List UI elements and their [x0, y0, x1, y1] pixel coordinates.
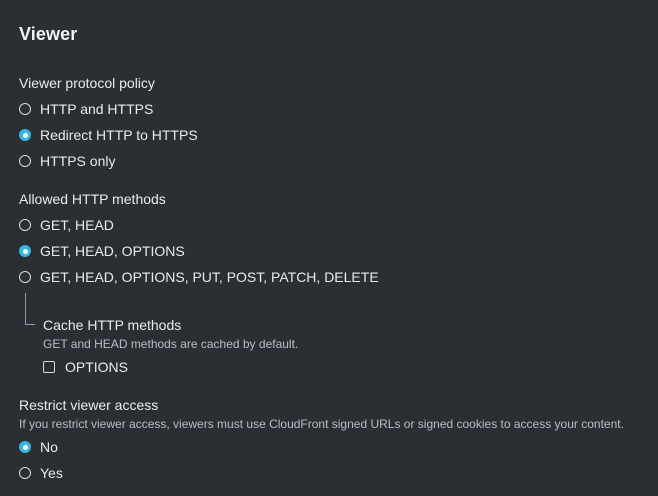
radio-restrict-yes[interactable]: Yes: [19, 464, 63, 482]
radio-all-methods[interactable]: GET, HEAD, OPTIONS, PUT, POST, PATCH, DE…: [19, 268, 379, 286]
tree-connector-vertical: [25, 293, 26, 324]
allowed-http-methods-label: Allowed HTTP methods: [19, 191, 166, 207]
section-title: Viewer: [19, 24, 78, 44]
viewer-protocol-policy-label: Viewer protocol policy: [19, 75, 155, 91]
tree-connector-horizontal: [25, 324, 35, 325]
radio-restrict-no[interactable]: No: [19, 438, 58, 456]
radio-unchecked-icon[interactable]: [19, 155, 31, 167]
radio-label: HTTP and HTTPS: [40, 101, 154, 117]
restrict-viewer-access-description: If you restrict viewer access, viewers m…: [19, 417, 624, 431]
radio-checked-icon[interactable]: [19, 129, 31, 141]
checkbox-label: OPTIONS: [65, 359, 129, 375]
radio-label: GET, HEAD, OPTIONS, PUT, POST, PATCH, DE…: [40, 269, 379, 285]
radio-unchecked-icon[interactable]: [19, 219, 31, 231]
radio-label: Redirect HTTP to HTTPS: [40, 127, 198, 143]
cache-http-methods-description: GET and HEAD methods are cached by defau…: [43, 337, 299, 351]
radio-http-and-https[interactable]: HTTP and HTTPS: [19, 100, 153, 118]
radio-get-head-options[interactable]: GET, HEAD, OPTIONS: [19, 242, 185, 260]
radio-label: GET, HEAD: [40, 217, 114, 233]
restrict-viewer-access-label: Restrict viewer access: [19, 397, 159, 413]
checkbox-unchecked-icon[interactable]: [43, 361, 55, 373]
radio-label: GET, HEAD, OPTIONS: [40, 243, 185, 259]
radio-label: No: [40, 439, 58, 455]
radio-label: HTTPS only: [40, 153, 116, 169]
radio-https-only[interactable]: HTTPS only: [19, 152, 115, 170]
radio-unchecked-icon[interactable]: [19, 271, 31, 283]
radio-get-head[interactable]: GET, HEAD: [19, 216, 114, 234]
radio-checked-icon[interactable]: [19, 245, 31, 257]
radio-unchecked-icon[interactable]: [19, 103, 31, 115]
cache-http-methods-label: Cache HTTP methods: [43, 317, 182, 333]
radio-label: Yes: [40, 465, 63, 481]
radio-unchecked-icon[interactable]: [19, 467, 31, 479]
viewer-panel: Viewer Viewer protocol policy HTTP and H…: [0, 0, 658, 496]
radio-checked-icon[interactable]: [19, 441, 31, 453]
checkbox-options[interactable]: OPTIONS: [43, 358, 128, 376]
radio-redirect-http-to-https[interactable]: Redirect HTTP to HTTPS: [19, 126, 198, 144]
